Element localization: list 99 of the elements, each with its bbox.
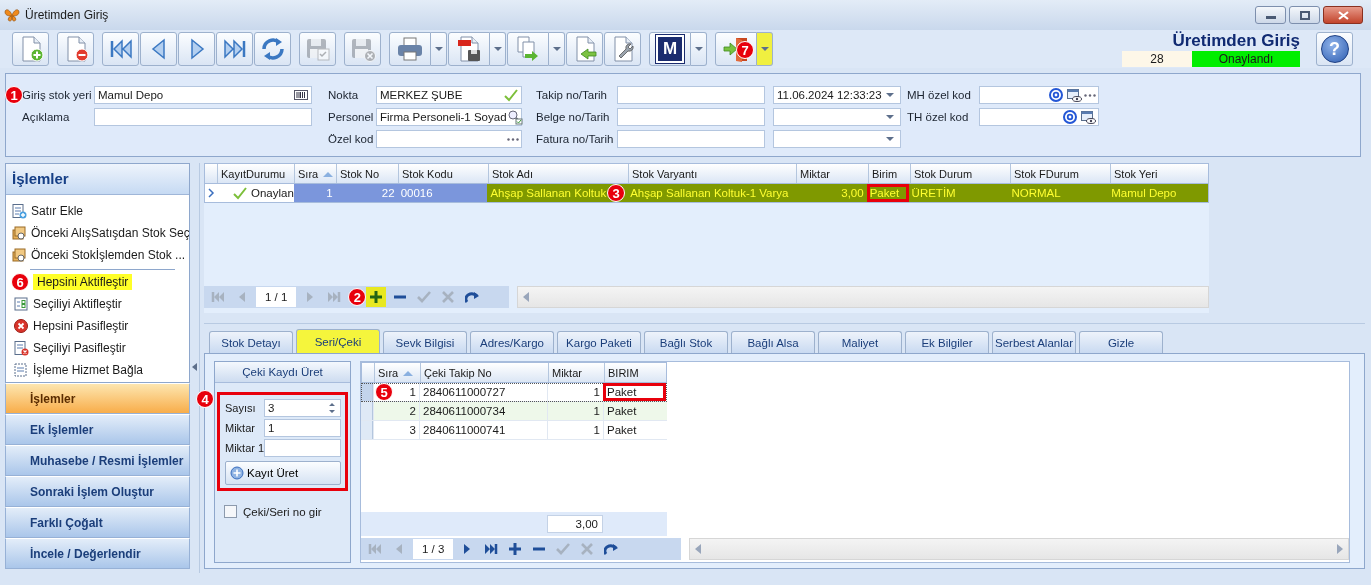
checkbox-label: Çeki/Seri no gir (243, 505, 322, 518)
table-cell: 1 (547, 383, 603, 401)
table-cell: Onaylan (217, 184, 294, 202)
column-header[interactable]: Çeki Takip No (420, 363, 548, 382)
table-cell: 00016 (397, 184, 488, 202)
table-cell: NORMAL (1008, 184, 1109, 202)
page-indicator: 1 / 3 (413, 539, 454, 559)
field-label: TH özel kod (907, 111, 970, 123)
table-cell: 22 (335, 184, 398, 202)
form-heading: Üretimden Giriş (1172, 31, 1300, 51)
column-header[interactable]: Sıra (294, 164, 336, 183)
table-cell: 2840611000727 (419, 383, 547, 401)
table-cell: 2840611000734 (419, 402, 547, 420)
table-cell: Paket (603, 383, 666, 401)
column-header[interactable]: Stok No (336, 164, 398, 183)
field-label: Sayısı (225, 401, 257, 414)
table-cell: Paket (603, 402, 666, 420)
action-item[interactable]: Önceki Stokİşlemden Stok ... (31, 248, 186, 262)
tab[interactable]: Bağlı Stok (644, 331, 728, 353)
column-header[interactable]: Miktar (796, 164, 868, 183)
tab[interactable]: Stok Detayı (209, 331, 293, 353)
column-header[interactable]: Stok Durum (910, 164, 1010, 183)
field-label: Personel (328, 111, 375, 123)
tab[interactable]: Kargo Paketi (557, 331, 641, 353)
field-label: Giriş stok yeri (22, 89, 93, 101)
total-cell: 3,00 (547, 515, 603, 533)
panel-header: Çeki Kaydı Üret (215, 362, 350, 383)
column-header[interactable]: KayıtDurumu (217, 164, 294, 183)
status-label: Onaylandı (1192, 51, 1300, 67)
action-item[interactable]: Seçiliyi Pasifleştir (33, 341, 126, 355)
tab[interactable]: Gizle (1079, 331, 1163, 353)
section-button[interactable]: İşlemler (5, 383, 190, 414)
input-field[interactable]: MERKEZ ŞUBE (376, 86, 522, 104)
tab[interactable]: Seri/Çeki (296, 329, 380, 353)
action-item[interactable]: Hepsini Aktifleştir (33, 274, 133, 290)
date-combo-box[interactable]: 11.06.2024 12:33:23 (773, 86, 901, 104)
column-header[interactable]: Stok Varyantı (628, 164, 796, 183)
record-number: 28 (1122, 51, 1192, 67)
field-label: MH özel kod (907, 89, 972, 101)
field-label: Özel kod (328, 133, 375, 145)
step-marker: 2 (348, 288, 367, 306)
action-item[interactable]: Hepsini Pasifleştir (33, 319, 129, 333)
column-header[interactable]: Birim (868, 164, 910, 183)
input-field[interactable]: Firma Personeli-1 Soyad (376, 108, 522, 126)
table-cell: Ahşap Sallanan Koltuk-1 Varya (627, 184, 795, 202)
table-cell: 1 (293, 184, 336, 202)
column-header[interactable]: Stok FDurum (1010, 164, 1110, 183)
action-item[interactable]: Seçiliyi Aktifleştir (33, 297, 122, 311)
tab[interactable]: Maliyet (818, 331, 902, 353)
page-indicator: 1 / 1 (256, 287, 297, 307)
input-field[interactable]: Mamul Depo (94, 86, 312, 104)
table-cell: 1 (547, 421, 603, 439)
panel-header: İşlemler (6, 164, 189, 195)
tab[interactable]: Serbest Alanlar (992, 331, 1076, 353)
table-cell: 3,00 (794, 184, 867, 202)
table-cell: 1 (547, 402, 603, 420)
generate-button[interactable]: Kayıt Üret (225, 461, 341, 485)
field-label: Fatura no/Tarih (536, 133, 615, 145)
field-label: Açıklama (22, 111, 71, 123)
step-marker: 1 (5, 86, 23, 104)
column-header[interactable]: Stok Yeri (1110, 164, 1210, 183)
field-label: Miktar 1 (225, 441, 265, 454)
tab[interactable]: Sevk Bilgisi (383, 331, 467, 353)
table-cell: 2 (373, 402, 419, 420)
table-cell: Paket (603, 421, 666, 439)
action-item[interactable]: İşleme Hizmet Bağla (33, 363, 144, 377)
column-header[interactable]: Stok Kodu (398, 164, 488, 183)
table-cell: Ahşap Sallanan Koltuk 3 (487, 184, 628, 202)
tab[interactable]: Adres/Kargo (470, 331, 554, 353)
step-marker: 4 (196, 390, 214, 408)
field-label: Takip no/Tarih (536, 89, 608, 101)
action-item[interactable]: Satır Ekle (31, 204, 84, 218)
window-title: Üretimden Giriş (25, 8, 109, 22)
tab[interactable]: Ek Bilgiler (905, 331, 989, 353)
section-button[interactable]: Ek İşlemler (5, 414, 190, 445)
table-cell: 3 (373, 421, 419, 439)
tab[interactable]: Bağlı Alsa (731, 331, 815, 353)
column-header[interactable]: BIRIM (604, 363, 667, 382)
field-label: Nokta (328, 89, 360, 101)
table-cell: Mamul Depo (1108, 184, 1208, 202)
step-marker: 6 (11, 273, 29, 291)
spin-field[interactable]: 3 (263, 398, 341, 417)
table-cell: Paket (866, 184, 909, 202)
menu-button[interactable]: M (649, 32, 691, 66)
section-button[interactable]: Muhasebe / Resmi İşlemler (5, 445, 190, 476)
input-field[interactable]: 1 (263, 418, 341, 437)
table-cell: 2840611000741 (419, 421, 547, 439)
step-marker: 3 (607, 184, 626, 202)
field-label: Belge no/Tarih (536, 111, 611, 123)
field-label: Miktar (225, 421, 256, 434)
section-button[interactable]: Sonraki İşlem Oluştur (5, 476, 190, 507)
table-cell: ÜRETİM (908, 184, 1009, 202)
action-item[interactable]: Önceki AlışSatışdan Stok Seç (31, 226, 189, 240)
section-button[interactable]: Farklı Çoğalt (5, 507, 190, 538)
section-button[interactable]: İncele / Değerlendir (5, 538, 190, 569)
column-header[interactable]: Sıra (374, 363, 420, 382)
column-header[interactable]: Miktar (548, 363, 604, 382)
step-marker: 5 (375, 383, 393, 401)
column-header[interactable]: Stok Adı (488, 164, 628, 183)
